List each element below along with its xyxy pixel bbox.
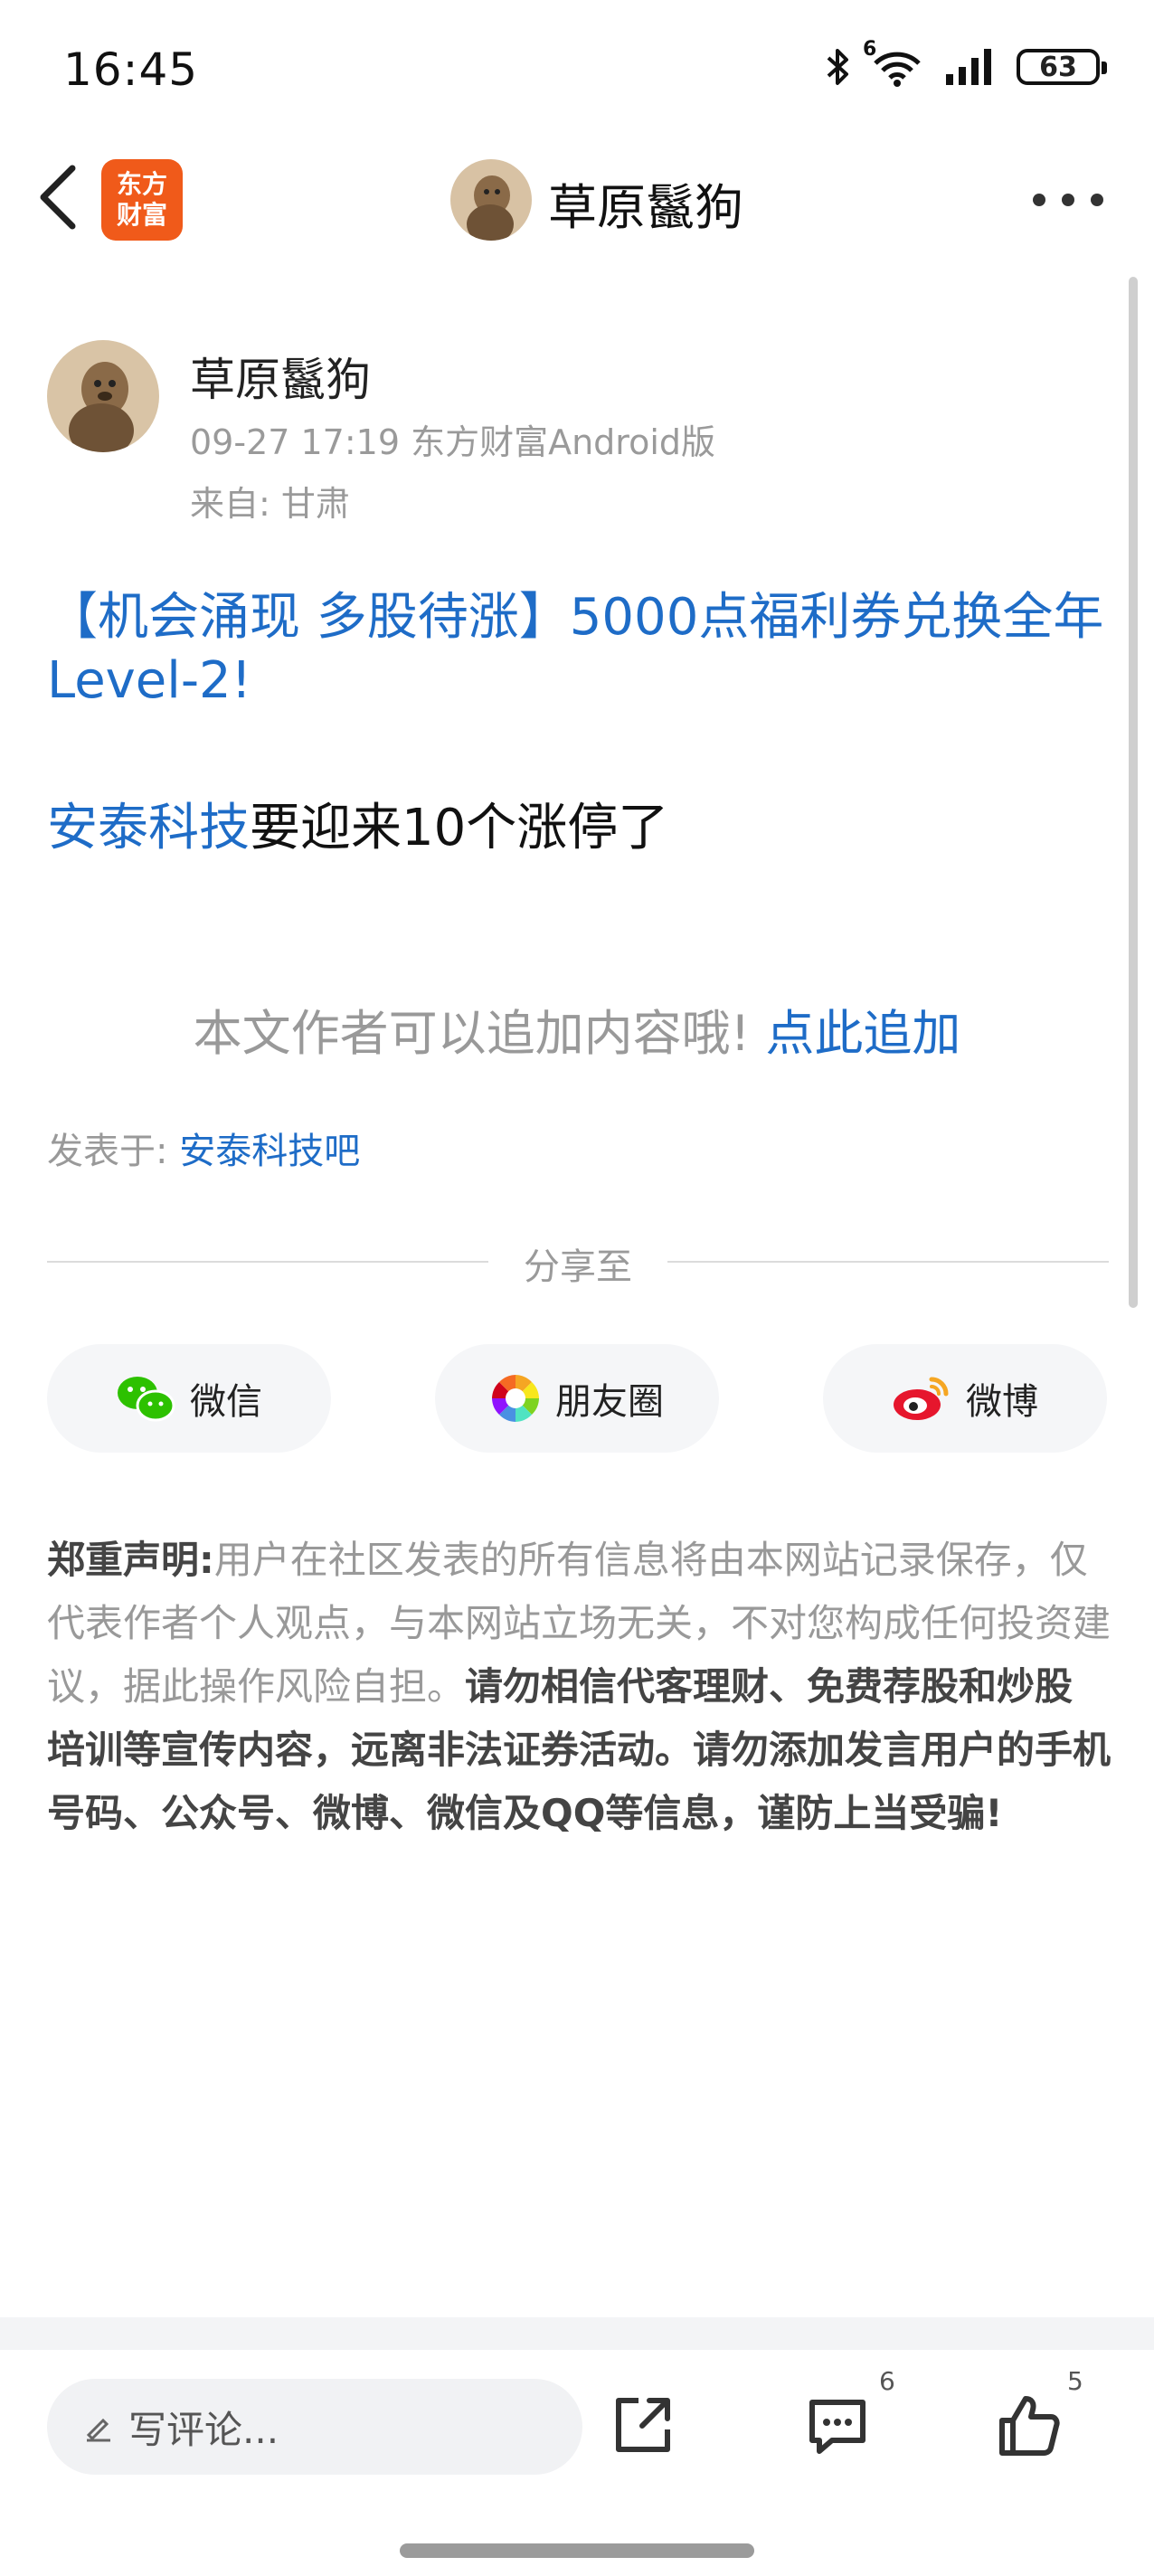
- author-avatar[interactable]: [47, 340, 159, 452]
- like-count: 5: [1067, 2366, 1083, 2396]
- share-wechat-button[interactable]: 微信: [47, 1344, 331, 1453]
- signal-icon: [946, 49, 991, 85]
- promo-link[interactable]: 【机会涌现 多股待涨】5000点福利券兑换全年Level-2!: [47, 586, 1114, 713]
- share-weibo-label: 微博: [966, 1381, 1038, 1423]
- posted-in: 发表于: 安泰科技吧: [47, 1122, 360, 1174]
- stock-link[interactable]: 安泰科技: [47, 799, 250, 857]
- status-time: 16:45: [63, 43, 199, 96]
- disclaimer: 郑重声明:用户在社区发表的所有信息将由本网站记录保存，仅代表作者个人观点，与本网…: [47, 1529, 1111, 1845]
- app-logo[interactable]: 东方 财富: [101, 159, 183, 241]
- scrollbar[interactable]: [1129, 277, 1138, 1308]
- app-logo-line1: 东方: [116, 169, 167, 199]
- like-icon[interactable]: [995, 2391, 1064, 2460]
- post-body: 安泰科技要迎来10个涨停了: [47, 787, 668, 860]
- author-name[interactable]: 草原鬣狗: [190, 344, 371, 409]
- divider: [667, 1261, 1109, 1263]
- share-label: 分享至: [524, 1246, 632, 1288]
- comment-placeholder: 写评论...: [128, 2407, 279, 2452]
- battery-icon: 63: [1017, 49, 1107, 85]
- forum-link[interactable]: 安泰科技吧: [179, 1131, 360, 1172]
- bluetooth-icon: [827, 49, 848, 85]
- back-arrow-icon[interactable]: [33, 161, 87, 233]
- share-wechat-label: 微信: [190, 1381, 262, 1423]
- moments-icon: [492, 1375, 539, 1422]
- share-weibo-button[interactable]: 微博: [823, 1344, 1107, 1453]
- wifi-icon: 6: [863, 38, 924, 87]
- posted-in-label: 发表于:: [47, 1131, 180, 1172]
- wechat-icon: [118, 1377, 175, 1422]
- post-location: 来自: 甘肃: [190, 484, 350, 524]
- comment-icon[interactable]: [803, 2391, 872, 2460]
- battery-level: 63: [1039, 51, 1077, 83]
- pencil-icon: [86, 2418, 110, 2442]
- divider: [47, 1261, 488, 1263]
- share-icon[interactable]: [608, 2391, 676, 2460]
- app-logo-line2: 财富: [116, 200, 167, 230]
- weibo-icon: [894, 1377, 949, 1420]
- more-options-icon[interactable]: [1033, 194, 1103, 206]
- share-moments-label: 朋友圈: [555, 1381, 664, 1423]
- disclaimer-title: 郑重声明:: [47, 1538, 214, 1582]
- page-title: 草原鬣狗: [548, 179, 743, 236]
- comment-input[interactable]: 写评论...: [47, 2379, 582, 2475]
- append-content-row: 本文作者可以追加内容哦! 点此追加: [0, 993, 1154, 1065]
- status-icons: 6 63: [825, 38, 1107, 87]
- bottom-divider: [0, 2317, 1154, 2350]
- append-hint: 本文作者可以追加内容哦!: [193, 1005, 751, 1062]
- header-avatar[interactable]: [450, 159, 532, 241]
- append-link[interactable]: 点此追加: [765, 1005, 960, 1062]
- post-meta: 09-27 17:19 东方财富Android版: [190, 422, 716, 462]
- post-body-text: 要迎来10个涨停了: [250, 799, 669, 857]
- share-moments-button[interactable]: 朋友圈: [435, 1344, 719, 1453]
- comment-count: 6: [879, 2366, 895, 2396]
- home-indicator[interactable]: [400, 2543, 754, 2558]
- network-label: 6: [863, 38, 877, 61]
